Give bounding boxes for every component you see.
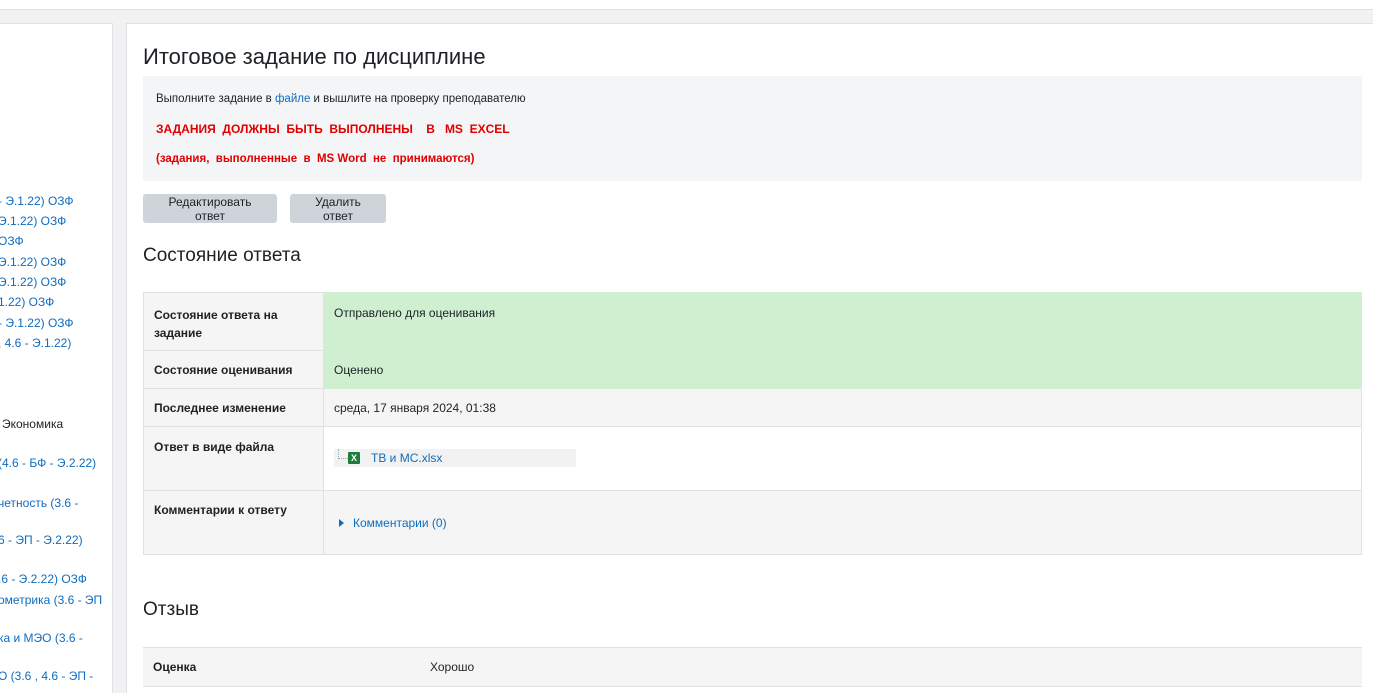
excel-requirement-warning: ЗАДАНИЯ ДОЛЖНЫ БЫТЬ ВЫПОЛНЕНЫ В MS EXCEL — [156, 122, 510, 136]
remove-submission-button[interactable]: Удалить ответ — [290, 194, 386, 223]
sidebar-link[interactable]: четность (3.6 - — [0, 496, 78, 510]
tree-connector — [338, 449, 348, 459]
intro-text: Выполните задание в файле и вышлите на п… — [156, 93, 526, 105]
status-label: Состояние ответа на задание — [143, 292, 324, 351]
status-label: Последнее изменение — [143, 388, 324, 427]
submitted-file-link[interactable]: ТВ и МС.xlsx — [371, 451, 442, 465]
table-row: Состояние ответа на задание Отправлено д… — [143, 292, 1362, 351]
page-title: Итоговое задание по дисциплине — [143, 44, 486, 69]
sidebar-link[interactable]: - Э.1.22) ОЗФ — [0, 194, 74, 208]
sidebar-link[interactable]: 6 - ЭП - Э.2.22) — [0, 533, 83, 547]
table-row: Ответ в виде файла X ТВ и МС.xlsx — [143, 426, 1362, 491]
grade-label: Оценка — [143, 647, 420, 687]
feedback-heading: Отзыв — [143, 599, 199, 620]
comments-link-label: Комментарии (0) — [353, 516, 447, 530]
sidebar-link[interactable]: Э.1.22) ОЗФ — [0, 255, 66, 269]
file-submission-cell: X ТВ и МС.xlsx — [323, 426, 1362, 491]
table-row: Комментарии к ответу Комментарии (0) — [143, 490, 1362, 555]
feedback-table: Оценка Хорошо — [143, 647, 1362, 687]
sidebar-link[interactable]: Э.1.22) ОЗФ — [0, 275, 66, 289]
sidebar-section-title: Экономика — [2, 417, 64, 431]
sidebar-link[interactable]: ка и МЭО (3.6 - — [0, 631, 83, 645]
caret-right-icon — [339, 519, 344, 527]
submission-status-table: Состояние ответа на задание Отправлено д… — [143, 292, 1362, 555]
comments-cell: Комментарии (0) — [323, 490, 1362, 555]
table-row: Оценка Хорошо — [143, 647, 1362, 687]
table-row: Последнее изменение среда, 17 января 202… — [143, 388, 1362, 427]
sidebar-link[interactable]: ОЗФ — [0, 234, 24, 248]
status-label: Состояние оценивания — [143, 350, 324, 389]
status-label: Ответ в виде файла — [143, 426, 324, 491]
top-navbar — [0, 0, 1373, 10]
excel-file-icon: X — [348, 452, 360, 464]
grade-value: Хорошо — [420, 647, 1362, 687]
last-modified-value: среда, 17 января 2024, 01:38 — [323, 388, 1362, 427]
sidebar-link[interactable]: , 4.6 - Э.1.22) — [0, 336, 71, 350]
submission-status-value: Отправлено для оценивания — [323, 292, 1362, 351]
assignment-description: Выполните задание в файле и вышлите на п… — [143, 76, 1362, 181]
table-row: Состояние оценивания Оценено — [143, 350, 1362, 389]
sidebar-link[interactable]: Э.1.22) ОЗФ — [0, 214, 66, 228]
sidebar-link[interactable]: О (3.6 , 4.6 - ЭП - — [0, 669, 93, 683]
status-label: Комментарии к ответу — [143, 490, 324, 555]
intro-text-before: Выполните задание в — [156, 93, 275, 105]
comments-toggle[interactable]: Комментарии (0) — [334, 516, 1351, 530]
sidebar-link[interactable]: ометрика (3.6 - ЭП — [0, 593, 102, 607]
sidebar-link[interactable]: (4.6 - БФ - Э.2.22) — [0, 456, 96, 470]
course-index-sidebar: - Э.1.22) ОЗФ Э.1.22) ОЗФ ОЗФ Э.1.22) ОЗ… — [0, 23, 113, 693]
sidebar-link[interactable]: .6 - Э.2.22) ОЗФ — [0, 572, 87, 586]
word-not-accepted-warning: (задания, выполненные в MS Word не прини… — [156, 153, 475, 165]
assignment-file-link[interactable]: файле — [275, 93, 310, 105]
intro-text-after: и вышлите на проверку преподавателю — [310, 93, 526, 105]
file-tree-item: X ТВ и МС.xlsx — [334, 449, 576, 467]
grading-status-value: Оценено — [323, 350, 1362, 389]
sidebar-link[interactable]: 1.22) ОЗФ — [0, 295, 54, 309]
submission-status-heading: Состояние ответа — [143, 245, 301, 266]
edit-submission-button[interactable]: Редактировать ответ — [143, 194, 277, 223]
sidebar-link[interactable]: - Э.1.22) ОЗФ — [0, 316, 74, 330]
